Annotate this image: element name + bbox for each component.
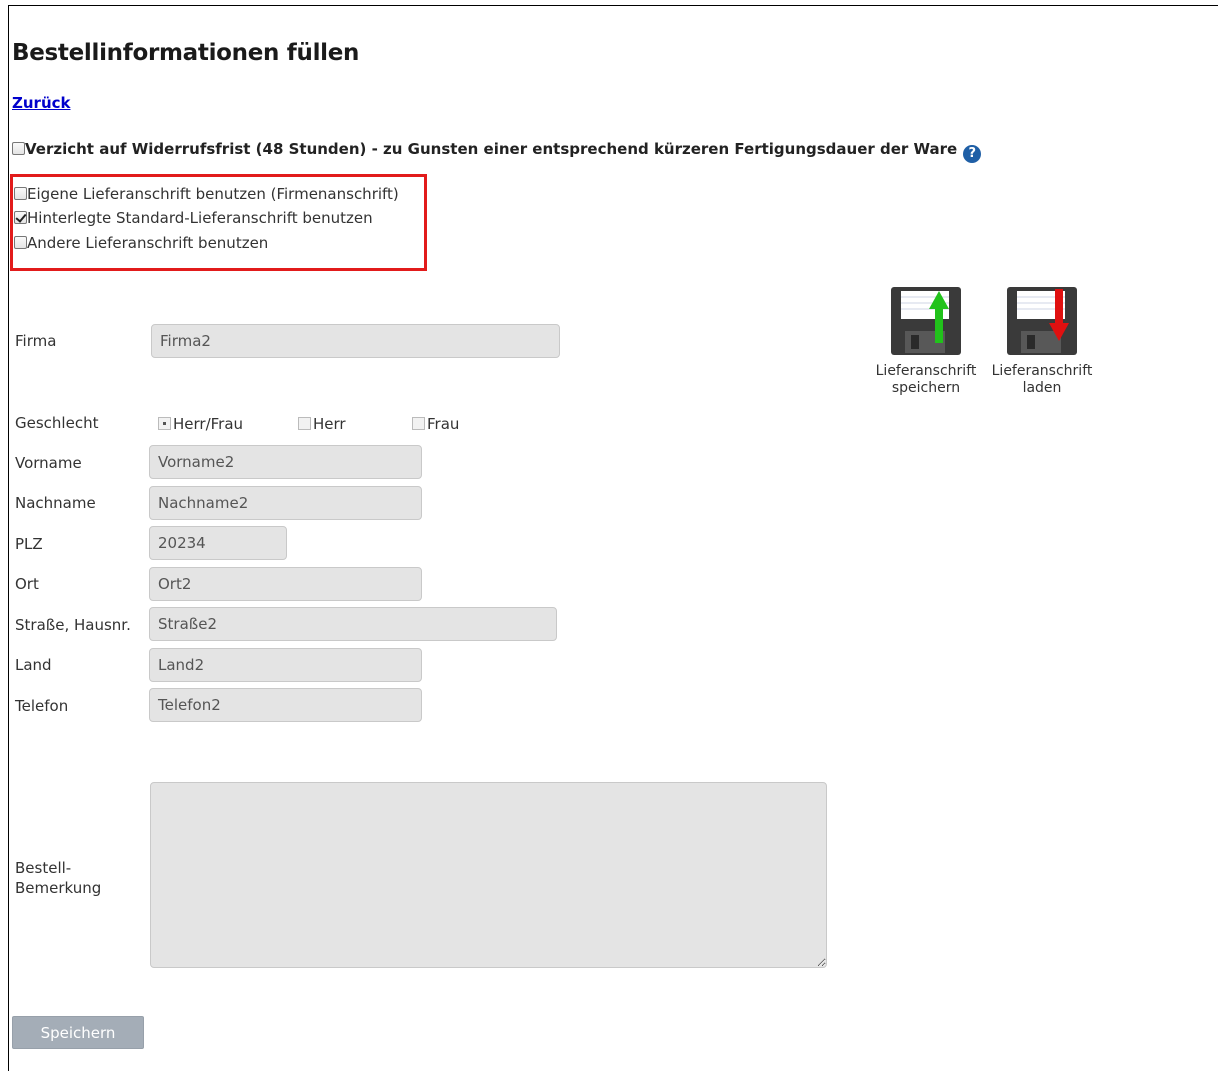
page-title: Bestellinformationen füllen	[12, 40, 360, 66]
address-option-default-label: Hinterlegte Standard-Lieferanschrift ben…	[27, 209, 373, 227]
gender-frau-label: Frau	[427, 415, 460, 433]
gender-option-frau[interactable]: Frau	[412, 415, 459, 433]
last-name-label: Nachname	[15, 494, 96, 512]
country-input[interactable]: Land2	[149, 648, 422, 682]
address-option-default-checkbox[interactable]	[14, 211, 27, 224]
company-label: Firma	[15, 332, 57, 350]
address-option-default[interactable]: Hinterlegte Standard-Lieferanschrift ben…	[14, 209, 373, 227]
back-link[interactable]: Zurück	[12, 94, 71, 112]
gender-herr-frau-label: Herr/Frau	[173, 415, 244, 433]
gender-frau-radio[interactable]	[412, 417, 425, 430]
remark-label-line2: Bemerkung	[15, 879, 102, 897]
gender-option-herr-frau[interactable]: Herr/Frau	[158, 415, 243, 433]
load-address-label: Lieferanschrift laden	[991, 363, 1093, 396]
zip-input[interactable]: 20234	[149, 526, 287, 560]
gender-herr-frau-radio[interactable]	[158, 417, 171, 430]
waiver-option[interactable]: Verzicht auf Widerrufsfrist (48 Stunden)…	[12, 140, 982, 163]
gender-herr-radio[interactable]	[298, 417, 311, 430]
remark-textarea[interactable]	[150, 782, 827, 968]
save-address-button[interactable]: Lieferanschrift speichern	[866, 287, 986, 397]
company-input[interactable]: Firma2	[151, 324, 560, 358]
gender-label: Geschlecht	[15, 414, 99, 432]
address-option-own-checkbox[interactable]	[14, 187, 27, 200]
street-input[interactable]: Straße2	[149, 607, 557, 641]
first-name-label: Vorname	[15, 454, 82, 472]
first-name-input[interactable]: Vorname2	[149, 445, 422, 479]
phone-input[interactable]: Telefon2	[149, 688, 422, 722]
last-name-input[interactable]: Nachname2	[149, 486, 422, 520]
save-button[interactable]: Speichern	[12, 1016, 144, 1049]
floppy-disk-upload-icon	[891, 287, 961, 355]
waiver-checkbox[interactable]	[12, 142, 25, 155]
city-label: Ort	[15, 575, 39, 593]
zip-label: PLZ	[15, 535, 43, 553]
address-option-own[interactable]: Eigene Lieferanschrift benutzen (Firmena…	[14, 185, 399, 203]
load-address-button[interactable]: Lieferanschrift laden	[982, 287, 1102, 397]
address-option-other[interactable]: Andere Lieferanschrift benutzen	[14, 234, 268, 252]
remark-label-line1: Bestell-	[15, 859, 72, 877]
gender-option-herr[interactable]: Herr	[298, 415, 346, 433]
gender-herr-label: Herr	[313, 415, 346, 433]
street-label: Straße, Hausnr.	[15, 616, 131, 634]
save-address-label: Lieferanschrift speichern	[875, 363, 977, 396]
floppy-disk-download-icon	[1007, 287, 1077, 355]
help-icon[interactable]: ?	[963, 145, 982, 163]
city-input[interactable]: Ort2	[149, 567, 422, 601]
address-option-other-label: Andere Lieferanschrift benutzen	[27, 234, 269, 252]
waiver-label: Verzicht auf Widerrufsfrist (48 Stunden)…	[25, 140, 958, 158]
phone-label: Telefon	[15, 697, 69, 715]
country-label: Land	[15, 656, 52, 674]
remark-label: Bestell- Bemerkung	[15, 858, 101, 898]
address-option-other-checkbox[interactable]	[14, 236, 27, 249]
address-option-own-label: Eigene Lieferanschrift benutzen (Firmena…	[27, 185, 399, 203]
